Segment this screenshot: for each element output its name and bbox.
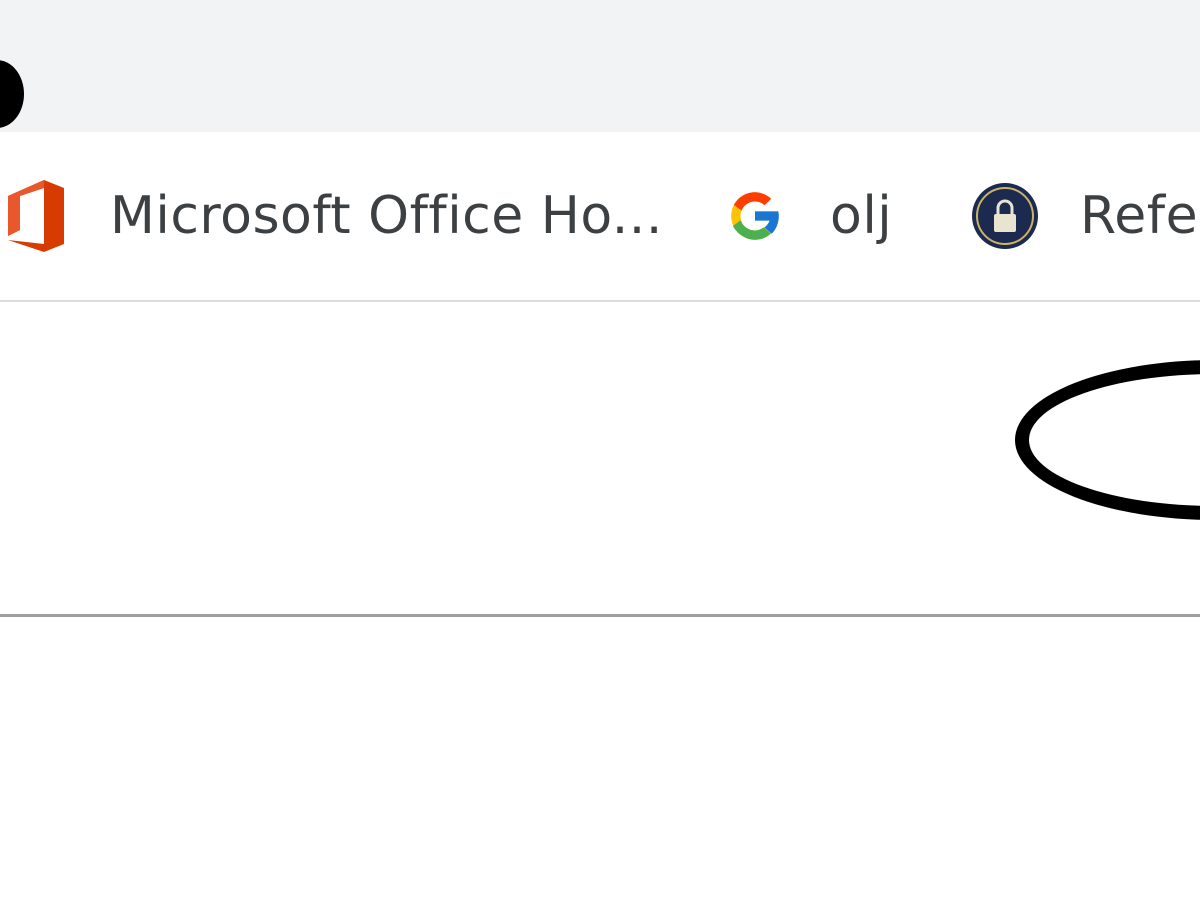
bookmark-label: Refer (1080, 186, 1200, 246)
bookmark-olj[interactable]: olj (724, 132, 892, 300)
bookmark-label: olj (830, 186, 893, 246)
browser-window: Microsoft Office Ho... olj Refe (0, 0, 1200, 900)
google-icon (724, 185, 786, 247)
bookmark-refer[interactable]: Refer (970, 132, 1200, 300)
bookmark-label: Microsoft Office Ho... (110, 186, 663, 246)
ref-lock-icon (970, 181, 1040, 251)
bookmarks-bar: Microsoft Office Ho... olj Refe (0, 132, 1200, 302)
bookmark-microsoft-office[interactable]: Microsoft Office Ho... (4, 132, 663, 300)
page-content (0, 302, 1200, 617)
tab-strip (0, 0, 1200, 132)
office-icon (4, 178, 66, 254)
